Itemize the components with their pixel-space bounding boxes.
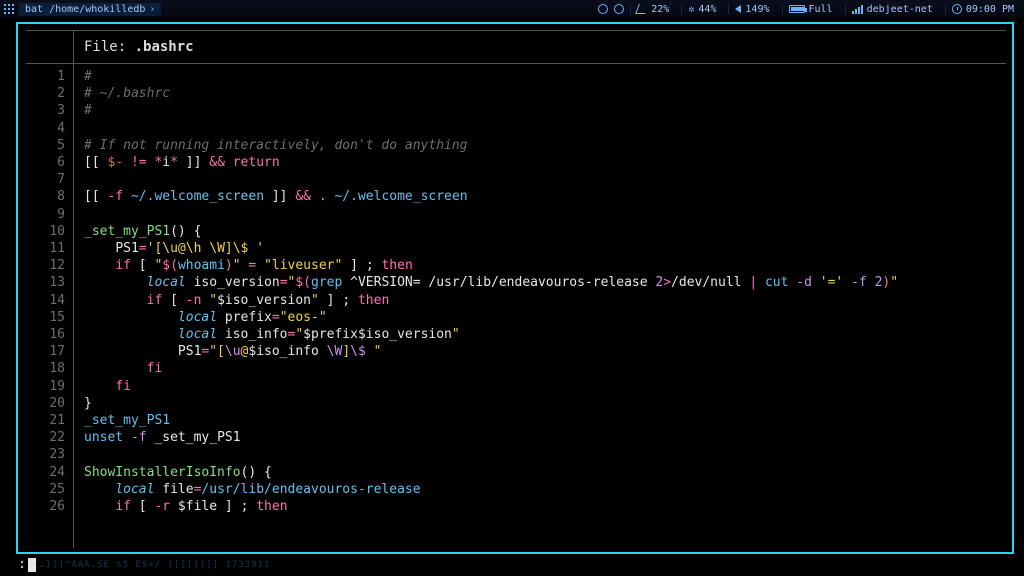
line-number: 8 (26, 188, 65, 205)
line-number: 22 (26, 429, 65, 446)
code-line: local iso_version="$(grep ^VERSION= /usr… (84, 274, 1006, 291)
code-line: PS1="[\u@$iso_info \W]\$ " (84, 343, 1006, 360)
cpu2-value: 44% (698, 4, 716, 15)
battery-label: Full (809, 4, 833, 15)
window-title-chip[interactable]: bat /home/whokilledb › (19, 3, 161, 16)
code-line: [[ $- != *i* ]] && return (84, 154, 1006, 171)
gauge-icon: ✲ (688, 4, 694, 15)
cursor-block (28, 558, 36, 572)
line-number: 9 (26, 206, 65, 223)
code-line: # If not running interactively, don't do… (84, 137, 1006, 154)
line-number: 2 (26, 85, 65, 102)
code-line (84, 206, 1006, 223)
file-header: File: .bashrc (26, 30, 1006, 64)
code-line: unset -f _set_my_PS1 (84, 429, 1006, 446)
line-number: 21 (26, 412, 65, 429)
code-line: # ~/.bashrc (84, 85, 1006, 102)
line-number: 23 (26, 446, 65, 463)
line-number: 25 (26, 481, 65, 498)
code-line (84, 171, 1006, 188)
file-name: .bashrc (135, 39, 194, 55)
code-line: _set_my_PS1() { (84, 223, 1006, 240)
code-line: fi (84, 378, 1006, 395)
pager-frame: File: .bashrc 12345678910111213141516171… (16, 22, 1014, 554)
line-number: 14 (26, 292, 65, 309)
line-number: 7 (26, 171, 65, 188)
code-area[interactable]: ## ~/.bashrc# # If not running interacti… (74, 64, 1006, 548)
line-number: 5 (26, 137, 65, 154)
code-line: local prefix="eos-" (84, 309, 1006, 326)
code-line: ShowInstallerIsoInfo() { (84, 464, 1006, 481)
code-line: if [ "$(whoami)" = "liveuser" ] ; then (84, 257, 1006, 274)
download-icon (635, 4, 649, 14)
code-line: local iso_info="$prefix$iso_version" (84, 326, 1006, 343)
line-number: 19 (26, 378, 65, 395)
code-line: local file=/usr/lib/endeavouros-release (84, 481, 1006, 498)
line-number: 18 (26, 360, 65, 377)
clock-icon (952, 4, 962, 14)
window-title-text: bat /home/whokilledb (25, 4, 145, 15)
code-line: # (84, 68, 1006, 85)
pager-prompt[interactable]: : (18, 557, 36, 572)
line-number: 6 (26, 154, 65, 171)
volume-value: 149% (745, 4, 769, 15)
code-line: fi (84, 360, 1006, 377)
file-label: File: (84, 39, 126, 55)
code-line: if [ -n "$iso_version" ] ; then (84, 292, 1006, 309)
line-number: 3 (26, 102, 65, 119)
signal-icon (852, 5, 863, 14)
volume-segment[interactable]: 149% (728, 4, 775, 15)
code-line: [[ -f ~/.welcome_screen ]] && . ~/.welco… (84, 188, 1006, 205)
refresh-icon[interactable] (614, 4, 624, 14)
line-number: 24 (26, 464, 65, 481)
code-line: if [ -r $file ] ; then (84, 498, 1006, 515)
network-name: debjeet-net (867, 4, 933, 15)
clock-value: 09:00 PM (966, 4, 1014, 15)
background-noise: [[{…}]]^AAA.SE s5 ES+/ [[[[]]]] 1733911 (0, 560, 1024, 576)
cpu1-segment: 22% (630, 4, 675, 15)
line-number: 15 (26, 309, 65, 326)
line-number: 16 (26, 326, 65, 343)
code-line: _set_my_PS1 (84, 412, 1006, 429)
line-number: 11 (26, 240, 65, 257)
line-number: 26 (26, 498, 65, 515)
network-segment[interactable]: debjeet-net (845, 4, 939, 15)
code-line (84, 120, 1006, 137)
line-number: 10 (26, 223, 65, 240)
code-line: # (84, 102, 1006, 119)
line-number: 1 (26, 68, 65, 85)
cpu2-segment: ✲ 44% (681, 4, 722, 15)
code-line: PS1='[\u@\h \W]\$ ' (84, 240, 1006, 257)
battery-icon (789, 5, 805, 13)
volume-icon (735, 5, 741, 13)
battery-segment: Full (782, 4, 839, 15)
line-number: 4 (26, 120, 65, 137)
prompt-char: : (18, 557, 26, 572)
line-number: 13 (26, 274, 65, 291)
code-line (84, 446, 1006, 463)
line-number: 17 (26, 343, 65, 360)
line-number-gutter: 1234567891011121314151617181920212223242… (26, 64, 74, 548)
clock-segment: 09:00 PM (945, 4, 1020, 15)
brightness-icon[interactable] (598, 4, 608, 14)
line-number: 20 (26, 395, 65, 412)
system-top-bar: bat /home/whokilledb › 22% ✲ 44% 149% Fu… (0, 0, 1024, 18)
code-line: } (84, 395, 1006, 412)
line-number: 12 (26, 257, 65, 274)
chevron-right-icon: › (149, 4, 155, 15)
cpu1-value: 22% (651, 4, 669, 15)
apps-grid-icon[interactable] (4, 4, 15, 15)
